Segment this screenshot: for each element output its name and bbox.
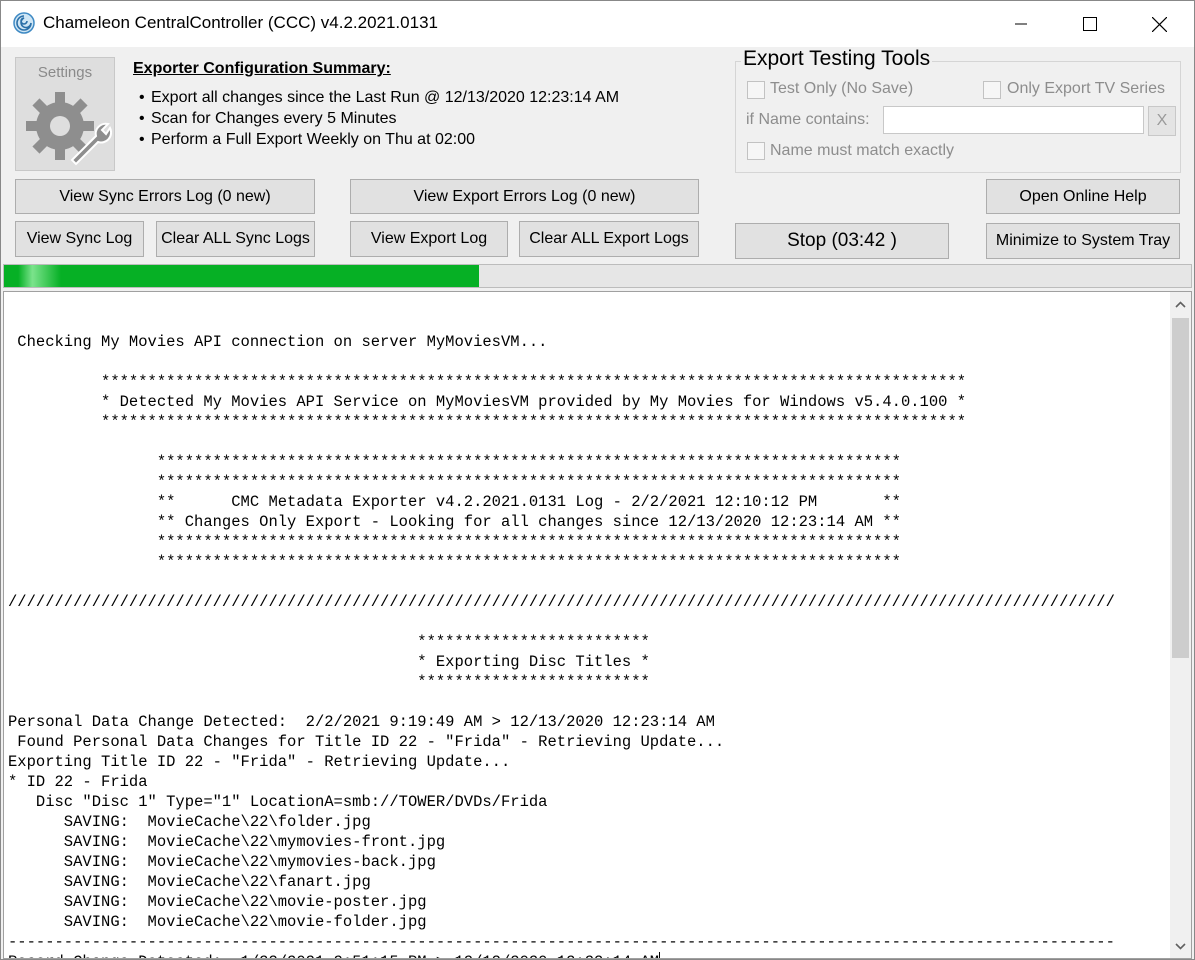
only-tv-series-checkbox[interactable]: [983, 81, 1001, 99]
text-caret: [659, 952, 661, 958]
log-line: ****************************************…: [8, 453, 901, 471]
view-sync-errors-button[interactable]: View Sync Errors Log (0 new): [15, 179, 315, 214]
clear-export-logs-button[interactable]: Clear ALL Export Logs: [519, 221, 699, 257]
summary-title: Exporter Configuration Summary:: [133, 60, 391, 77]
minimize-icon: [1015, 23, 1027, 25]
scroll-thumb[interactable]: [1172, 318, 1189, 658]
gear-wrench-icon: [26, 92, 112, 166]
log-line: Exporting Title ID 22 - "Frida" - Retrie…: [8, 753, 511, 771]
open-online-help-button[interactable]: Open Online Help: [986, 179, 1180, 214]
log-line: ** Changes Only Export - Looking for all…: [8, 513, 901, 531]
log-line: ** CMC Metadata Exporter v4.2.2021.0131 …: [8, 493, 901, 511]
minimize-to-tray-button[interactable]: Minimize to System Tray: [986, 223, 1180, 259]
scroll-down-button[interactable]: [1170, 934, 1191, 958]
log-line: ****************************************…: [8, 553, 901, 571]
log-line: ----------------------------------------…: [8, 933, 1115, 951]
clear-name-button[interactable]: X: [1148, 106, 1176, 136]
log-line: Checking My Movies API connection on ser…: [8, 333, 548, 351]
maximize-button[interactable]: [1056, 1, 1124, 47]
app-window: Chameleon CentralController (CCC) v4.2.2…: [0, 0, 1195, 960]
chevron-up-icon: [1175, 300, 1186, 308]
log-line: Record Change Detected: 1/23/2021 2:51:1…: [8, 953, 659, 958]
summary-item: • Scan for Changes every 5 Minutes: [139, 110, 396, 128]
clear-sync-logs-button[interactable]: Clear ALL Sync Logs: [156, 221, 315, 257]
export-progress-bar: [3, 264, 1192, 288]
summary-item-text: Perform a Full Export Weekly on Thu at 0…: [151, 131, 476, 148]
only-tv-series-label: Only Export TV Series: [1007, 80, 1165, 97]
log-line: Personal Data Change Detected: 2/2/2021 …: [8, 713, 715, 731]
log-line: *************************: [8, 633, 650, 651]
log-line: SAVING: MovieCache\22\movie-poster.jpg: [8, 893, 427, 911]
window-title: Chameleon CentralController (CCC) v4.2.2…: [43, 13, 438, 32]
test-only-checkbox[interactable]: [747, 81, 765, 99]
log-line: SAVING: MovieCache\22\mymovies-back.jpg: [8, 853, 436, 871]
log-output[interactable]: Checking My Movies API connection on ser…: [3, 291, 1192, 959]
chevron-down-icon: [1175, 942, 1186, 950]
stop-button[interactable]: Stop (03:42 ): [735, 223, 949, 259]
log-line: * Exporting Disc Titles *: [8, 653, 650, 671]
log-line: ****************************************…: [8, 373, 967, 391]
log-line: ****************************************…: [8, 533, 901, 551]
test-only-label: Test Only (No Save): [770, 80, 914, 97]
export-testing-tools-title: Export Testing Tools: [741, 47, 933, 71]
log-scrollbar[interactable]: [1170, 292, 1191, 958]
summary-item-text: Export all changes since the Last Run @ …: [151, 89, 620, 106]
scroll-up-button[interactable]: [1170, 292, 1191, 316]
maximize-icon: [1083, 17, 1097, 31]
log-line: Disc "Disc 1" Type="1" LocationA=smb://T…: [8, 793, 548, 811]
chameleon-app-icon: [13, 12, 35, 34]
bullet: •: [139, 131, 145, 148]
summary-item: • Perform a Full Export Weekly on Thu at …: [139, 131, 475, 149]
match-exact-checkbox[interactable]: [747, 142, 765, 160]
log-line: ****************************************…: [8, 413, 967, 431]
minimize-button[interactable]: [987, 1, 1055, 47]
bullet: •: [139, 89, 145, 106]
log-line: SAVING: MovieCache\22\fanart.jpg: [8, 873, 371, 891]
bullet: •: [139, 110, 145, 127]
close-button[interactable]: [1125, 1, 1193, 47]
progress-fill: [4, 265, 479, 287]
view-export-log-button[interactable]: View Export Log: [350, 221, 508, 257]
log-text: Checking My Movies API connection on ser…: [8, 312, 1115, 958]
view-sync-log-button[interactable]: View Sync Log: [15, 221, 144, 257]
log-line: * ID 22 - Frida: [8, 773, 148, 791]
settings-label: Settings: [37, 64, 93, 81]
log-line: ****************************************…: [8, 473, 901, 491]
view-export-errors-button[interactable]: View Export Errors Log (0 new): [350, 179, 699, 214]
settings-button[interactable]: Settings: [15, 57, 115, 171]
log-line: *************************: [8, 673, 650, 691]
log-line: SAVING: MovieCache\22\mymovies-front.jpg: [8, 833, 446, 851]
summary-item: • Export all changes since the Last Run @…: [139, 89, 619, 107]
log-line: Found Personal Data Changes for Title ID…: [8, 733, 725, 751]
log-line: * Detected My Movies API Service on MyMo…: [8, 393, 967, 411]
title-bar: Chameleon CentralController (CCC) v4.2.2…: [1, 1, 1194, 47]
name-contains-input[interactable]: [883, 106, 1144, 134]
summary-item-text: Scan for Changes every 5 Minutes: [151, 110, 397, 127]
match-exact-label: Name must match exactly: [770, 142, 955, 159]
log-line: SAVING: MovieCache\22\folder.jpg: [8, 813, 371, 831]
name-contains-label: if Name contains:: [746, 111, 870, 128]
log-line: ////////////////////////////////////////…: [8, 593, 1115, 611]
log-line: SAVING: MovieCache\22\movie-folder.jpg: [8, 913, 427, 931]
close-icon: [1151, 16, 1167, 32]
